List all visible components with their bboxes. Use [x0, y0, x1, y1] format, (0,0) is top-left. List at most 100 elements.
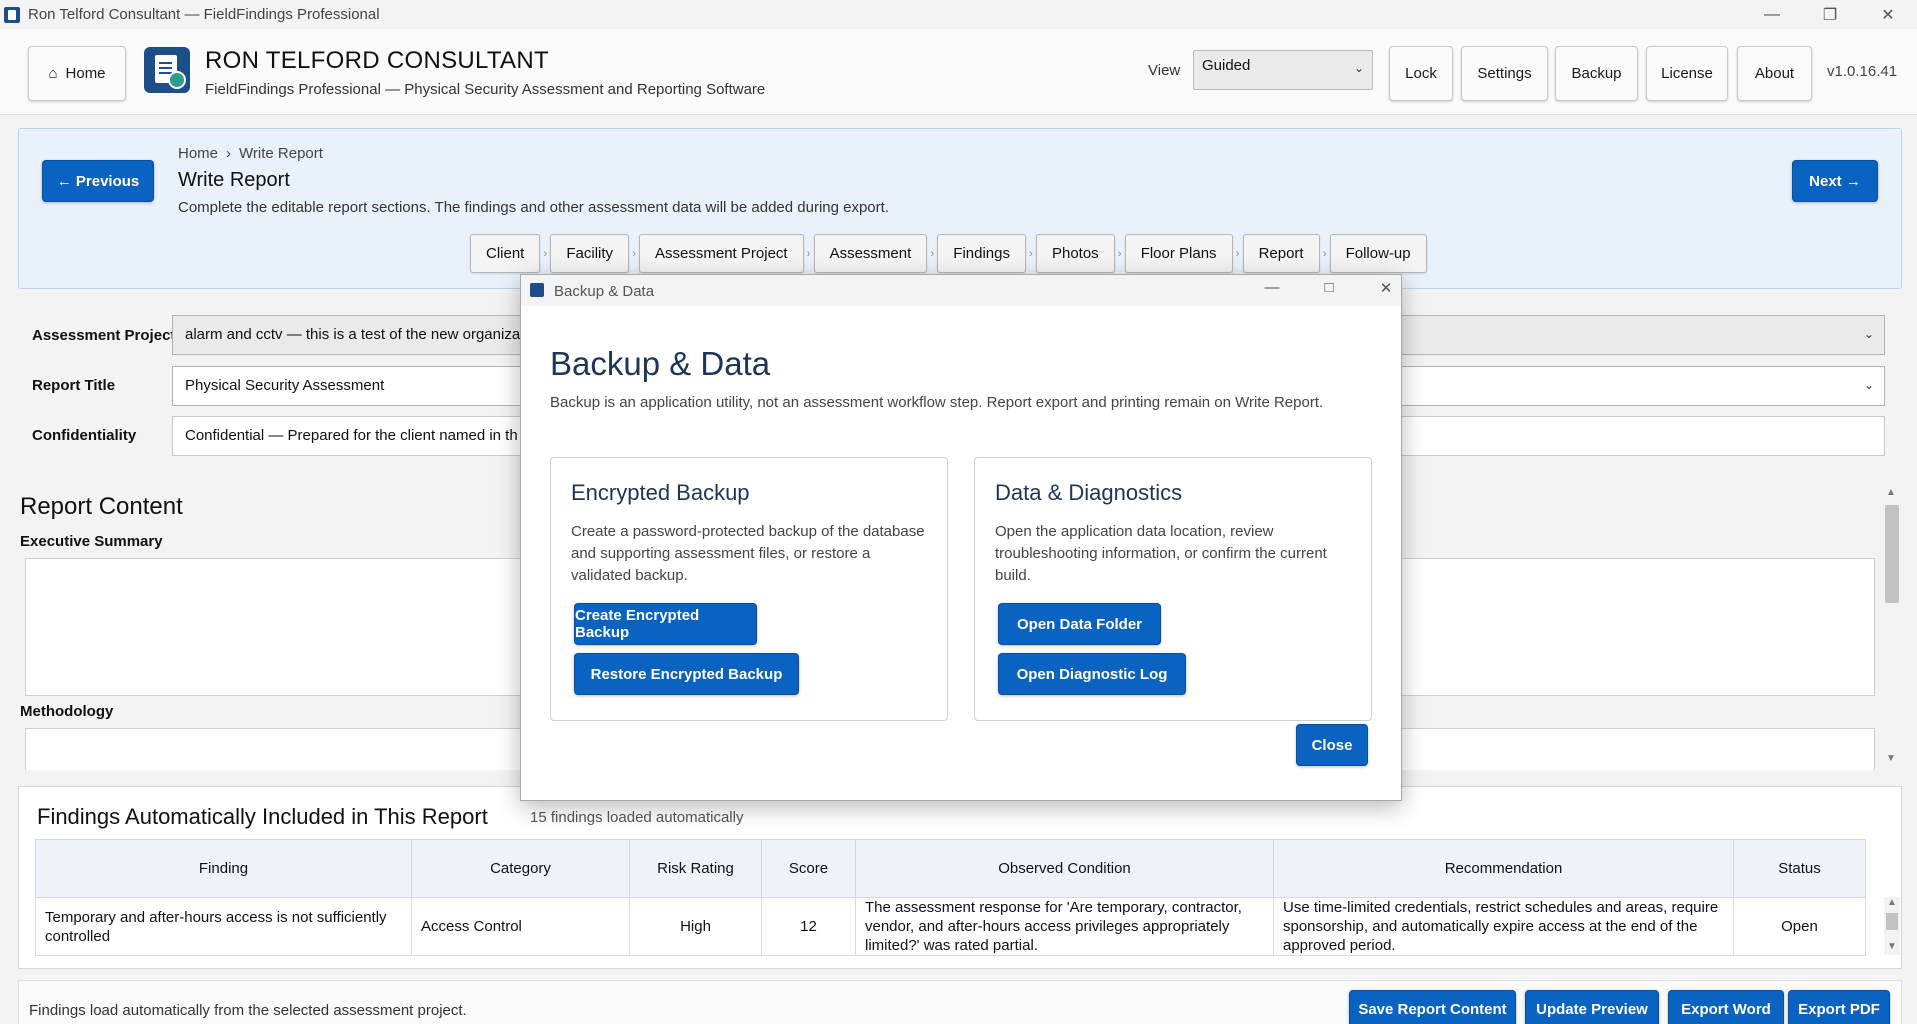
- cell-risk-rating: High: [629, 897, 762, 956]
- scroll-down-icon[interactable]: ▼: [1887, 941, 1897, 952]
- report-content-heading: Report Content: [20, 493, 183, 520]
- home-label: Home: [65, 65, 106, 82]
- report-title-value: Physical Security Assessment: [185, 377, 385, 394]
- scroll-up-icon[interactable]: ▲: [1887, 897, 1897, 908]
- settings-button[interactable]: Settings: [1461, 46, 1548, 101]
- open-diagnostic-log-button[interactable]: Open Diagnostic Log: [998, 653, 1186, 695]
- data-diagnostics-title: Data & Diagnostics: [995, 480, 1183, 505]
- step-separator: ›: [930, 247, 935, 260]
- report-title-label: Report Title: [32, 377, 116, 394]
- footer-status: Findings load automatically from the sel…: [29, 1002, 467, 1019]
- cell-category: Access Control: [411, 897, 630, 956]
- home-icon: ⌂: [48, 65, 58, 82]
- column-header-score[interactable]: Score: [761, 839, 856, 898]
- step-separator: ›: [1029, 247, 1033, 260]
- step-separator: ›: [1117, 247, 1122, 260]
- cell-finding: Temporary and after-hours access is not …: [35, 897, 412, 956]
- chevron-down-icon: ⌄: [1863, 327, 1874, 341]
- column-header-finding[interactable]: Finding: [35, 839, 412, 898]
- about-button[interactable]: About: [1737, 46, 1812, 101]
- minimize-icon[interactable]: —: [1257, 279, 1287, 296]
- backup-data-dialog: Backup & Data — □ ✕ Backup & Data Backup…: [520, 274, 1402, 801]
- chevron-down-icon: ⌄: [1863, 378, 1874, 392]
- confidentiality-value: Confidential — Prepared for the client n…: [185, 427, 518, 444]
- confidentiality-label: Confidentiality: [32, 427, 137, 444]
- findings-table: Finding Category Risk Rating Score Obser…: [35, 839, 1866, 956]
- logo-icon: [144, 47, 190, 93]
- breadcrumb-home[interactable]: Home: [178, 145, 218, 162]
- column-header-status[interactable]: Status: [1733, 839, 1866, 898]
- company-name: RON TELFORD CONSULTANT: [205, 47, 549, 74]
- step-assessment[interactable]: Assessment: [813, 234, 928, 273]
- scrollbar-thumb[interactable]: [1885, 505, 1899, 603]
- home-button[interactable]: ⌂ Home: [28, 46, 126, 101]
- export-pdf-button[interactable]: Export PDF: [1788, 990, 1890, 1024]
- cell-recommendation: Use time-limited credentials, restrict s…: [1273, 897, 1734, 956]
- view-select[interactable]: Guided ⌄: [1193, 50, 1373, 90]
- column-header-observed-condition[interactable]: Observed Condition: [855, 839, 1274, 898]
- step-findings[interactable]: Findings: [937, 234, 1026, 273]
- report-content-scrollbar[interactable]: ▲ ▼: [1882, 487, 1900, 767]
- create-encrypted-backup-button[interactable]: Create Encrypted Backup: [574, 603, 757, 645]
- step-facility[interactable]: Facility: [550, 234, 630, 273]
- window-titlebar: Ron Telford Consultant — FieldFindings P…: [0, 0, 1917, 29]
- table-header-row: Finding Category Risk Rating Score Obser…: [35, 839, 1866, 898]
- column-header-category[interactable]: Category: [411, 839, 630, 898]
- encrypted-backup-title: Encrypted Backup: [571, 480, 750, 505]
- step-separator: ›: [632, 247, 636, 260]
- previous-button[interactable]: ← Previous: [42, 160, 154, 202]
- app-header: ⌂ Home RON TELFORD CONSULTANT FieldFindi…: [0, 29, 1917, 115]
- open-data-folder-button[interactable]: Open Data Folder: [998, 603, 1161, 645]
- breadcrumb-separator: ›: [226, 145, 232, 162]
- save-report-content-button[interactable]: Save Report Content: [1349, 990, 1516, 1024]
- step-report[interactable]: Report: [1242, 234, 1320, 273]
- restore-icon[interactable]: ❐: [1801, 0, 1859, 29]
- table-row[interactable]: Temporary and after-hours access is not …: [35, 897, 1866, 956]
- methodology-label: Methodology: [20, 703, 114, 720]
- step-assessment-project[interactable]: Assessment Project: [639, 234, 804, 273]
- dialog-titlebar: Backup & Data — □ ✕: [521, 275, 1401, 306]
- window-title: Ron Telford Consultant — FieldFindings P…: [28, 6, 380, 23]
- app-icon: [530, 283, 544, 297]
- page-title: Write Report: [178, 169, 290, 191]
- dialog-window-title: Backup & Data: [554, 283, 655, 300]
- dialog-heading: Backup & Data: [550, 345, 771, 382]
- step-separator: ›: [1322, 247, 1327, 260]
- column-header-recommendation[interactable]: Recommendation: [1273, 839, 1734, 898]
- findings-table-scrollbar[interactable]: ▲ ▼: [1884, 897, 1900, 955]
- app-subtitle: FieldFindings Professional — Physical Se…: [205, 81, 766, 98]
- encrypted-backup-text: Create a password-protected backup of th…: [571, 523, 925, 584]
- step-client[interactable]: Client: [470, 234, 541, 273]
- cell-score: 12: [761, 897, 856, 956]
- scroll-down-icon[interactable]: ▼: [1886, 753, 1896, 764]
- maximize-icon[interactable]: □: [1314, 279, 1344, 296]
- scroll-up-icon[interactable]: ▲: [1886, 487, 1896, 498]
- column-header-risk-rating[interactable]: Risk Rating: [629, 839, 762, 898]
- close-icon[interactable]: ✕: [1371, 279, 1401, 297]
- lock-button[interactable]: Lock: [1389, 46, 1453, 101]
- license-button[interactable]: License: [1646, 46, 1728, 101]
- step-separator: ›: [543, 247, 548, 260]
- step-floor-plans[interactable]: Floor Plans: [1124, 234, 1233, 273]
- close-button[interactable]: Close: [1296, 724, 1368, 766]
- minimize-icon[interactable]: —: [1743, 0, 1801, 29]
- scrollbar-thumb[interactable]: [1886, 913, 1898, 930]
- data-diagnostics-text: Open the application data location, revi…: [995, 523, 1327, 584]
- step-follow-up[interactable]: Follow-up: [1329, 234, 1427, 273]
- step-separator: ›: [1235, 247, 1240, 260]
- workflow-steps: Client › Facility › Assessment Project ›…: [470, 234, 1427, 273]
- export-word-button[interactable]: Export Word: [1668, 990, 1784, 1024]
- chevron-down-icon: ⌄: [1353, 61, 1364, 75]
- footer-bar: Findings load automatically from the sel…: [18, 980, 1902, 1024]
- cell-status: Open: [1733, 897, 1866, 956]
- close-icon[interactable]: ✕: [1859, 0, 1917, 29]
- assessment-project-value: alarm and cctv — this is a test of the n…: [185, 326, 525, 343]
- restore-encrypted-backup-button[interactable]: Restore Encrypted Backup: [574, 653, 799, 695]
- findings-count: 15 findings loaded automatically: [530, 809, 744, 826]
- findings-heading: Findings Automatically Included in This …: [37, 804, 488, 829]
- next-button[interactable]: Next →: [1792, 160, 1878, 202]
- step-photos[interactable]: Photos: [1035, 234, 1115, 273]
- update-preview-button[interactable]: Update Preview: [1525, 990, 1659, 1024]
- findings-panel: Findings Automatically Included in This …: [18, 786, 1902, 969]
- backup-button[interactable]: Backup: [1555, 46, 1638, 101]
